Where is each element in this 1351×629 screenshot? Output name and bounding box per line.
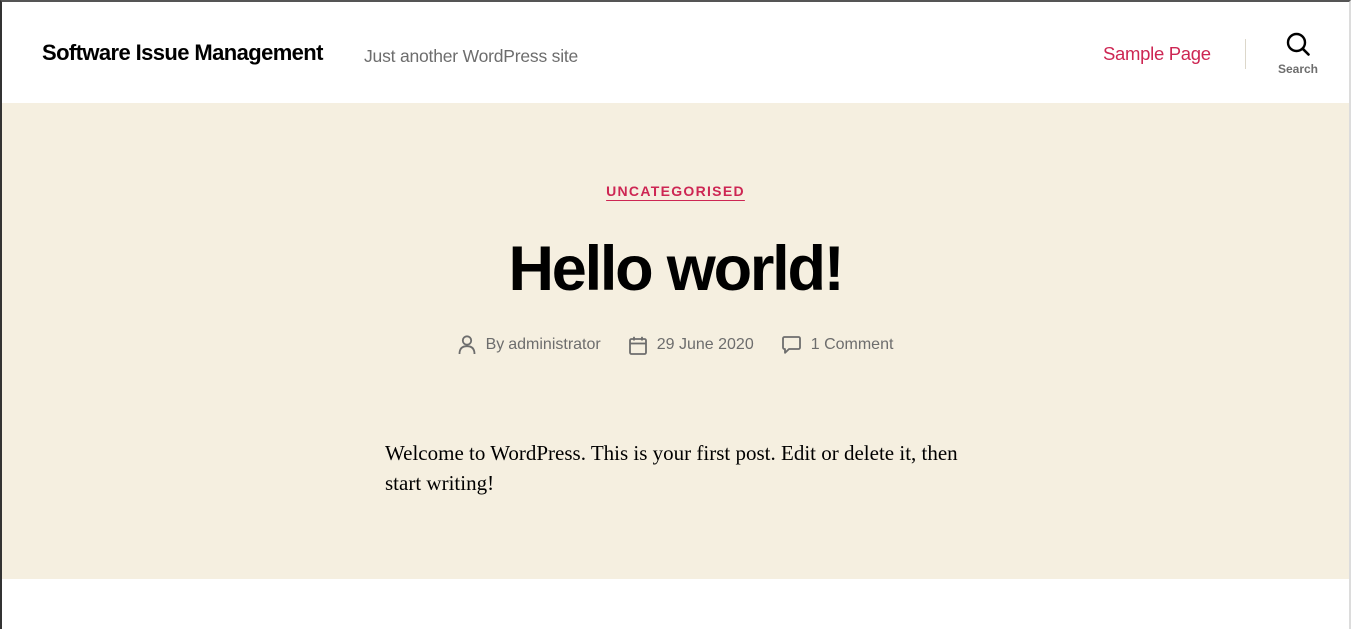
site-header: Software Issue Management Just another W…	[2, 2, 1349, 103]
search-icon	[1286, 32, 1310, 56]
author-link[interactable]: administrator	[508, 336, 600, 354]
post-title: Hello world!	[508, 234, 844, 304]
page-below-content	[2, 579, 1349, 629]
nav-item-sample-page[interactable]: Sample Page	[1103, 43, 1211, 65]
entry-header: UNCATEGORISED Hello world! By administra…	[2, 103, 1349, 579]
search-label: Search	[1277, 62, 1319, 76]
calendar-icon	[628, 336, 657, 355]
category-link[interactable]: UNCATEGORISED	[606, 183, 745, 199]
post-author: By administrator	[458, 335, 601, 355]
author-prefix: By	[485, 336, 505, 353]
user-icon	[458, 335, 486, 355]
post-meta: By administrator 29 June 2020 1 Comment	[2, 335, 1349, 355]
post-date: 29 June 2020	[628, 336, 754, 355]
search-toggle-button[interactable]: Search	[1264, 32, 1332, 92]
category-list: UNCATEGORISED	[2, 183, 1349, 201]
comment-icon	[781, 336, 811, 354]
site-title-link[interactable]: Software Issue Management	[42, 40, 323, 66]
post-comments: 1 Comment	[781, 336, 894, 354]
comments-link[interactable]: 1 Comment	[811, 336, 894, 354]
site-description: Just another WordPress site	[364, 46, 579, 66]
post-content: Welcome to WordPress. This is your first…	[385, 441, 958, 495]
header-divider	[1245, 39, 1246, 69]
date-link[interactable]: 29 June 2020	[657, 336, 754, 354]
